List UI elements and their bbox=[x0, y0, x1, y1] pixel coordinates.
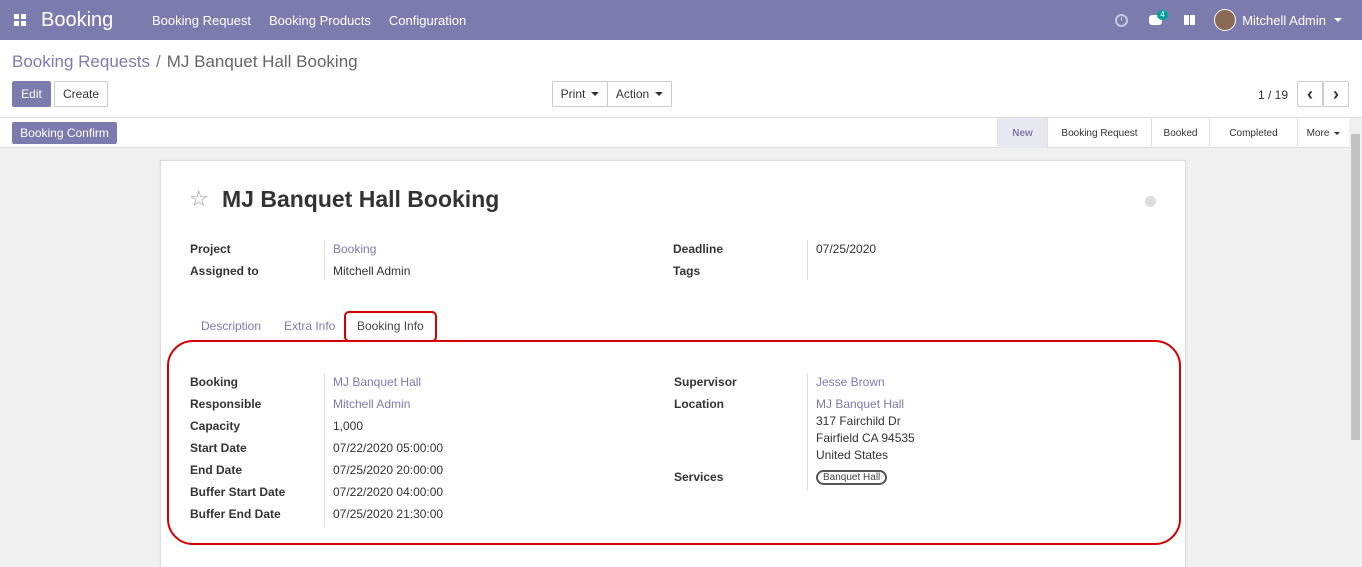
print-label: Print bbox=[560, 87, 586, 101]
user-name: Mitchell Admin bbox=[1242, 12, 1326, 28]
buffer-end-date-value[interactable]: 07/25/2020 21:30:00 bbox=[333, 507, 443, 521]
chevron-down-icon bbox=[655, 92, 664, 96]
project-value[interactable]: Booking bbox=[333, 242, 376, 256]
status-step-new[interactable]: New bbox=[997, 118, 1047, 148]
status-more-label: More bbox=[1306, 127, 1330, 139]
activity-clock-icon[interactable] bbox=[1104, 0, 1138, 40]
top-navbar: Booking Booking Request Booking Products… bbox=[0, 0, 1362, 40]
status-step-completed[interactable]: Completed bbox=[1209, 118, 1297, 148]
breadcrumb-separator: / bbox=[155, 52, 161, 71]
app-brand[interactable]: Booking bbox=[40, 9, 152, 32]
star-icon[interactable]: ☆ bbox=[189, 187, 209, 211]
avatar bbox=[1214, 9, 1237, 31]
field-divider bbox=[807, 240, 808, 280]
vertical-scrollbar[interactable] bbox=[1349, 118, 1362, 567]
messages-badge: 4 bbox=[1157, 10, 1168, 20]
responsible-value[interactable]: Mitchell Admin bbox=[333, 397, 410, 411]
capacity-label: Capacity bbox=[190, 419, 241, 433]
chevron-down-icon bbox=[591, 92, 600, 96]
messaging-icon[interactable]: 4 bbox=[1138, 0, 1172, 40]
print-dropdown[interactable]: Print bbox=[552, 81, 608, 107]
status-step-booked[interactable]: Booked bbox=[1151, 118, 1209, 148]
apps-menu-icon[interactable] bbox=[0, 0, 40, 40]
deadline-value[interactable]: 07/25/2020 bbox=[816, 242, 876, 256]
tab-description[interactable]: Description bbox=[201, 319, 261, 333]
location-name[interactable]: MJ Banquet Hall bbox=[816, 397, 904, 411]
action-label: Action bbox=[615, 87, 650, 101]
status-more-dropdown[interactable]: More bbox=[1297, 118, 1349, 148]
field-divider bbox=[324, 373, 325, 527]
assigned-value[interactable]: Mitchell Admin bbox=[333, 264, 410, 278]
deadline-label: Deadline bbox=[673, 242, 724, 256]
supervisor-label: Supervisor bbox=[674, 375, 737, 389]
user-menu[interactable]: Mitchell Admin bbox=[1206, 9, 1362, 31]
gift-icon[interactable] bbox=[1172, 0, 1206, 40]
form-sheet: ☆ MJ Banquet Hall Booking Project Bookin… bbox=[160, 160, 1186, 567]
services-tag[interactable]: Banquet Hall bbox=[816, 470, 888, 485]
responsible-label: Responsible bbox=[190, 397, 262, 411]
status-step-booking-request[interactable]: Booking Request bbox=[1047, 118, 1151, 148]
location-city: Fairfield CA 94535 bbox=[816, 431, 915, 445]
status-steps: New Booking Request Booked Completed Mor… bbox=[997, 118, 1349, 148]
buffer-start-date-value[interactable]: 07/22/2020 04:00:00 bbox=[333, 485, 443, 499]
tags-label: Tags bbox=[673, 264, 701, 278]
edit-button[interactable]: Edit bbox=[12, 81, 51, 107]
location-country: United States bbox=[816, 448, 889, 462]
tab-extra-info[interactable]: Extra Info bbox=[284, 319, 335, 333]
end-date-value[interactable]: 07/25/2020 20:00:00 bbox=[333, 463, 443, 477]
location-label: Location bbox=[674, 397, 724, 411]
breadcrumb-current: MJ Banquet Hall Booking bbox=[166, 52, 358, 71]
buffer-end-date-label: Buffer End Date bbox=[190, 507, 281, 521]
chevron-down-icon bbox=[1334, 131, 1341, 135]
chevron-down-icon bbox=[1334, 18, 1342, 22]
capacity-value[interactable]: 1,000 bbox=[333, 419, 363, 433]
supervisor-value[interactable]: Jesse Brown bbox=[816, 375, 885, 389]
booking-confirm-button[interactable]: Booking Confirm bbox=[12, 122, 117, 144]
project-label: Project bbox=[190, 242, 231, 256]
section-highlight-outline bbox=[167, 340, 1181, 545]
menu-booking-request[interactable]: Booking Request bbox=[152, 13, 251, 28]
services-label: Services bbox=[674, 470, 724, 484]
field-divider bbox=[324, 240, 325, 280]
booking-value[interactable]: MJ Banquet Hall bbox=[333, 375, 421, 389]
status-bar: Booking Confirm New Booking Request Book… bbox=[0, 118, 1349, 148]
pager-previous-button[interactable]: ‹ bbox=[1297, 81, 1323, 107]
kanban-state-icon[interactable] bbox=[1145, 196, 1156, 207]
action-dropdown[interactable]: Action bbox=[607, 81, 672, 107]
navbar-systray: 4 Mitchell Admin bbox=[1104, 0, 1362, 40]
control-panel: Booking Requests / MJ Banquet Hall Booking… bbox=[0, 40, 1362, 118]
menu-booking-products[interactable]: Booking Products bbox=[269, 13, 371, 28]
end-date-label: End Date bbox=[190, 463, 243, 477]
start-date-value[interactable]: 07/22/2020 05:00:00 bbox=[333, 441, 443, 455]
tab-highlight-outline bbox=[344, 311, 437, 342]
start-date-label: Start Date bbox=[190, 441, 247, 455]
field-divider bbox=[807, 373, 808, 491]
booking-label: Booking bbox=[190, 375, 238, 389]
pager-next-button[interactable]: › bbox=[1323, 81, 1349, 107]
assigned-label: Assigned to bbox=[190, 264, 259, 278]
pager-value[interactable]: 1 / 19 bbox=[1258, 88, 1288, 102]
menu-configuration[interactable]: Configuration bbox=[389, 13, 466, 28]
breadcrumb: Booking Requests / MJ Banquet Hall Booking bbox=[12, 52, 358, 72]
create-button[interactable]: Create bbox=[54, 81, 108, 107]
page-title: MJ Banquet Hall Booking bbox=[222, 186, 500, 212]
scrollbar-thumb[interactable] bbox=[1351, 134, 1360, 440]
breadcrumb-parent[interactable]: Booking Requests bbox=[12, 52, 150, 71]
location-street: 317 Fairchild Dr bbox=[816, 414, 901, 428]
buffer-start-date-label: Buffer Start Date bbox=[190, 485, 286, 499]
